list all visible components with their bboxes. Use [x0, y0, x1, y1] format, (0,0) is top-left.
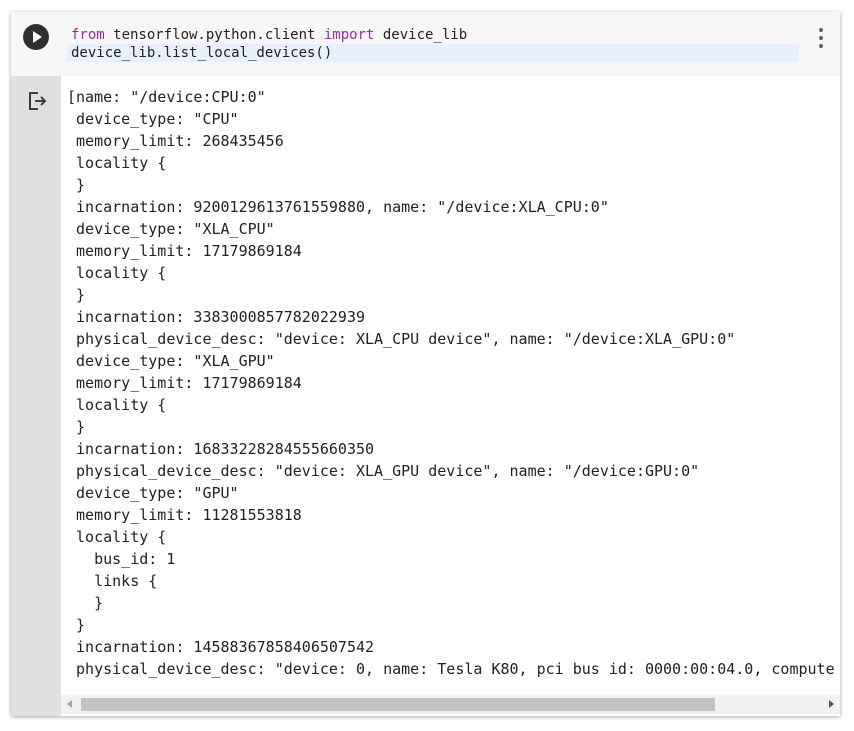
run-cell-button[interactable]	[23, 24, 49, 50]
output-line: incarnation: 14588367858406507542	[67, 638, 375, 656]
scroll-right-arrow-icon[interactable]	[829, 700, 834, 708]
output-line: locality {	[67, 154, 167, 172]
more-vert-icon[interactable]	[814, 26, 828, 50]
output-line: }	[67, 286, 86, 304]
output-line: memory_limit: 11281553818	[67, 506, 302, 524]
output-line: bus_id: 1	[67, 550, 176, 568]
scrollbar-thumb[interactable]	[81, 698, 715, 711]
keyword-import: import	[323, 27, 375, 43]
imported-name: device_lib	[374, 27, 468, 43]
output-line: incarnation: 16833228284555660350	[67, 440, 375, 458]
output-text: [name: "/device:CPU:0" device_type: "CPU…	[67, 86, 840, 680]
output-line: device_type: "GPU"	[67, 484, 239, 502]
output-line: }	[67, 594, 104, 612]
output-line: memory_limit: 268435456	[67, 132, 284, 150]
output-area: [name: "/device:CPU:0" device_type: "CPU…	[61, 76, 840, 695]
output-line: links {	[67, 572, 158, 590]
output-line: }	[67, 616, 86, 634]
module-name: tensorflow.python.client	[104, 27, 324, 43]
code-editor-area[interactable]: from tensorflow.python.client import dev…	[11, 12, 840, 76]
output-line: locality {	[67, 396, 167, 414]
output-line: physical_device_desc: "device: 0, name: …	[76, 660, 835, 678]
output-line: physical_device_desc: "device: XLA_CPU d…	[67, 330, 736, 348]
output-line: physical_device_desc: "device: XLA_GPU d…	[67, 462, 700, 480]
output-gutter	[11, 76, 61, 716]
output-line: locality {	[67, 264, 167, 282]
output-line: incarnation: 9200129613761559880, name: …	[67, 198, 609, 216]
output-line: }	[67, 418, 86, 436]
output-line: device_type: "XLA_CPU"	[67, 220, 275, 238]
play-icon	[33, 31, 42, 43]
output-line: locality {	[67, 528, 167, 546]
code-line-2[interactable]: device_lib.list_local_devices()	[67, 44, 799, 62]
code-line-1[interactable]: from tensorflow.python.client import dev…	[67, 26, 799, 44]
horizontal-scrollbar[interactable]	[61, 695, 840, 714]
output-line: [name: "/device:CPU:0"	[67, 88, 266, 106]
code-lines[interactable]: from tensorflow.python.client import dev…	[67, 26, 799, 62]
output-exit-icon[interactable]	[26, 90, 48, 112]
output-line: device_type: "XLA_GPU"	[67, 352, 275, 370]
output-line: }	[67, 176, 86, 194]
menu-dot	[819, 44, 823, 48]
keyword-from: from	[71, 27, 105, 43]
menu-dot	[819, 36, 823, 40]
output-line: memory_limit: 17179869184	[67, 242, 302, 260]
menu-dot	[819, 28, 823, 32]
scroll-left-arrow-icon[interactable]	[67, 700, 72, 708]
output-line: device_type: "CPU"	[67, 110, 239, 128]
output-line: memory_limit: 17179869184	[67, 374, 302, 392]
output-line: incarnation: 3383000857782022939	[67, 308, 366, 326]
code-cell: from tensorflow.python.client import dev…	[11, 12, 840, 716]
